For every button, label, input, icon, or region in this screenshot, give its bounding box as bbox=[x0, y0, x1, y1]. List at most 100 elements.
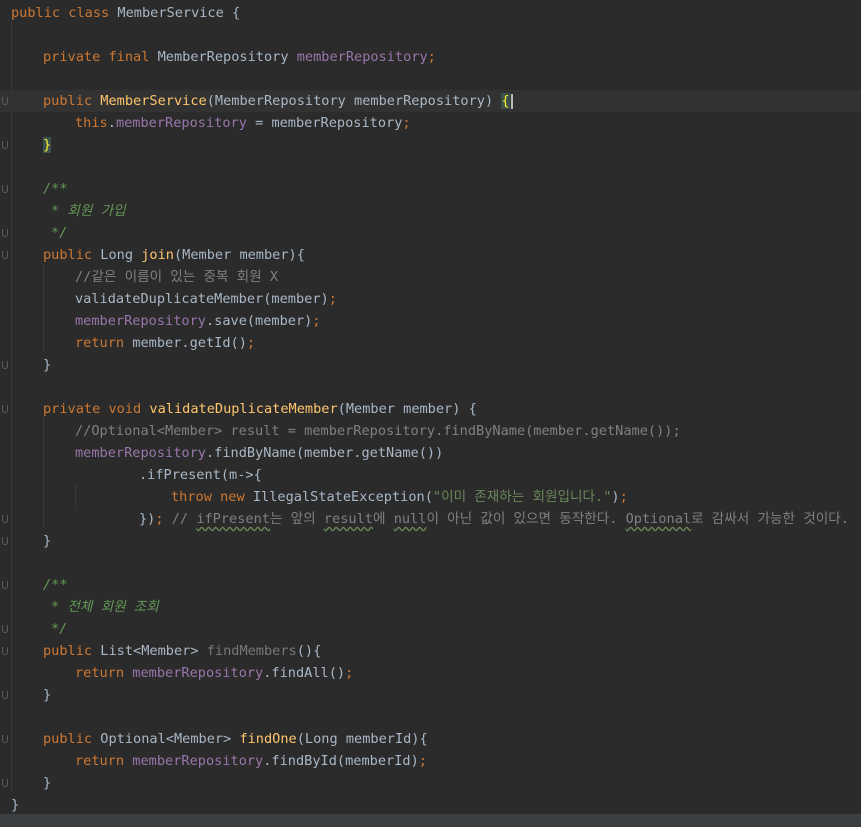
code-token: ) bbox=[611, 489, 620, 505]
code-token: memberRepository bbox=[132, 665, 264, 681]
code-line[interactable]: /** bbox=[0, 178, 861, 200]
code-line[interactable]: return memberRepository.findById(memberI… bbox=[0, 750, 861, 772]
code-line[interactable]: */ bbox=[0, 618, 861, 640]
code-token: IllegalStateException( bbox=[252, 489, 433, 505]
code-token: public bbox=[43, 731, 101, 747]
code-line[interactable]: public Optional<Member> findOne(Long mem… bbox=[0, 728, 861, 750]
code-text: */ bbox=[51, 618, 67, 640]
code-line[interactable]: */ bbox=[0, 222, 861, 244]
code-text: } bbox=[43, 134, 52, 156]
code-token: * 회원 가입 bbox=[51, 203, 126, 219]
code-line[interactable] bbox=[0, 68, 861, 90]
code-line[interactable]: } bbox=[0, 134, 861, 156]
code-line[interactable]: //Optional<Member> result = memberReposi… bbox=[0, 420, 861, 442]
code-token: validateDuplicateMember(member) bbox=[75, 291, 329, 307]
code-token: memberRepository bbox=[75, 445, 206, 461]
code-line[interactable]: throw new IllegalStateException("이미 존재하는… bbox=[0, 486, 861, 508]
fold-marker-icon[interactable] bbox=[2, 141, 8, 149]
code-token: MemberRepository bbox=[157, 49, 297, 65]
fold-marker-icon[interactable] bbox=[2, 691, 8, 699]
code-text: * 전체 회원 조회 bbox=[51, 596, 159, 618]
code-token: private final bbox=[43, 49, 158, 65]
code-token: (Member member) { bbox=[337, 401, 477, 417]
code-line[interactable]: } bbox=[0, 684, 861, 706]
code-text: throw new IllegalStateException("이미 존재하는… bbox=[171, 486, 628, 508]
fold-marker-icon[interactable] bbox=[2, 735, 8, 743]
code-token: .findAll() bbox=[263, 665, 346, 681]
code-line[interactable] bbox=[0, 156, 861, 178]
code-token: MemberService bbox=[100, 93, 207, 109]
code-line[interactable]: } bbox=[0, 772, 861, 794]
code-line[interactable]: return memberRepository.findAll(); bbox=[0, 662, 861, 684]
code-line[interactable]: }); // ifPresent는 앞의 result에 null이 아닌 값이… bbox=[0, 508, 861, 530]
code-line[interactable]: } bbox=[0, 354, 861, 376]
code-line[interactable] bbox=[0, 706, 861, 728]
fold-marker-icon[interactable] bbox=[2, 647, 8, 655]
code-token: } bbox=[43, 687, 52, 703]
code-line[interactable]: } bbox=[0, 530, 861, 552]
code-line[interactable]: public MemberService(MemberRepository me… bbox=[0, 90, 861, 112]
code-line[interactable]: } bbox=[0, 794, 861, 816]
code-token: memberRepository bbox=[132, 753, 264, 769]
code-line[interactable]: public class MemberService { bbox=[0, 2, 861, 24]
fold-marker-icon[interactable] bbox=[2, 515, 8, 523]
code-line[interactable]: * 전체 회원 조회 bbox=[0, 596, 861, 618]
code-line[interactable]: private final MemberRepository memberRep… bbox=[0, 46, 861, 68]
horizontal-scrollbar[interactable] bbox=[0, 814, 861, 827]
fold-marker-icon[interactable] bbox=[2, 251, 8, 259]
fold-marker-icon[interactable] bbox=[2, 97, 8, 105]
code-token: */ bbox=[51, 225, 68, 241]
code-token: ; bbox=[246, 335, 256, 351]
code-line[interactable]: public Long join(Member member){ bbox=[0, 244, 861, 266]
fold-marker-icon[interactable] bbox=[2, 779, 8, 787]
code-line[interactable]: .ifPresent(m->{ bbox=[0, 464, 861, 486]
fold-marker-icon[interactable] bbox=[2, 581, 8, 589]
fold-marker-icon[interactable] bbox=[2, 625, 8, 633]
code-token: public bbox=[43, 247, 101, 263]
fold-marker-icon[interactable] bbox=[2, 185, 8, 193]
code-token: throw new bbox=[171, 489, 253, 505]
code-line[interactable] bbox=[0, 376, 861, 398]
code-line[interactable]: memberRepository.findByName(member.getNa… bbox=[0, 442, 861, 464]
fold-marker-icon[interactable] bbox=[2, 361, 8, 369]
code-text: validateDuplicateMember(member); bbox=[75, 288, 337, 310]
code-text: public class MemberService { bbox=[11, 2, 240, 24]
code-line[interactable]: private void validateDuplicateMember(Mem… bbox=[0, 398, 861, 420]
code-text: private void validateDuplicateMember(Mem… bbox=[43, 398, 477, 420]
code-token: validateDuplicateMember bbox=[149, 401, 338, 417]
fold-marker-icon[interactable] bbox=[2, 229, 8, 237]
code-token: null bbox=[393, 511, 427, 527]
code-token: memberRepository bbox=[75, 313, 206, 329]
fold-marker-icon[interactable] bbox=[2, 405, 8, 413]
fold-marker-icon[interactable] bbox=[2, 537, 8, 545]
code-text: /** bbox=[43, 178, 68, 200]
code-text: public MemberService(MemberRepository me… bbox=[43, 90, 513, 112]
code-token: ; bbox=[418, 753, 427, 769]
code-token: MemberService { bbox=[117, 5, 241, 21]
code-text: } bbox=[43, 684, 51, 706]
code-token: join bbox=[141, 247, 174, 263]
code-line[interactable]: validateDuplicateMember(member); bbox=[0, 288, 861, 310]
code-text: } bbox=[43, 530, 51, 552]
code-token: Optional bbox=[625, 511, 692, 527]
code-line[interactable]: * 회원 가입 bbox=[0, 200, 861, 222]
code-token: private void bbox=[43, 401, 150, 417]
code-token: return bbox=[75, 753, 133, 769]
code-line[interactable]: this.memberRepository = memberRepository… bbox=[0, 112, 861, 134]
code-token: List<Member> bbox=[100, 643, 207, 659]
code-editor[interactable]: public class MemberService { private fina… bbox=[0, 0, 861, 814]
code-token: } bbox=[43, 775, 52, 791]
code-line[interactable]: //같은 이름이 있는 중복 회원 X bbox=[0, 266, 861, 288]
code-line[interactable]: return member.getId(); bbox=[0, 332, 861, 354]
code-text: public Optional<Member> findOne(Long mem… bbox=[43, 728, 428, 750]
code-text: //같은 이름이 있는 중복 회원 X bbox=[75, 266, 278, 288]
code-line[interactable] bbox=[0, 552, 861, 574]
code-line[interactable]: /** bbox=[0, 574, 861, 596]
code-text: //Optional<Member> result = memberReposi… bbox=[75, 420, 681, 442]
code-token: } bbox=[43, 137, 52, 153]
code-text: } bbox=[11, 794, 19, 816]
code-line[interactable]: memberRepository.save(member); bbox=[0, 310, 861, 332]
code-token: ; bbox=[155, 511, 172, 527]
code-line[interactable]: public List<Member> findMembers(){ bbox=[0, 640, 861, 662]
code-line[interactable] bbox=[0, 24, 861, 46]
